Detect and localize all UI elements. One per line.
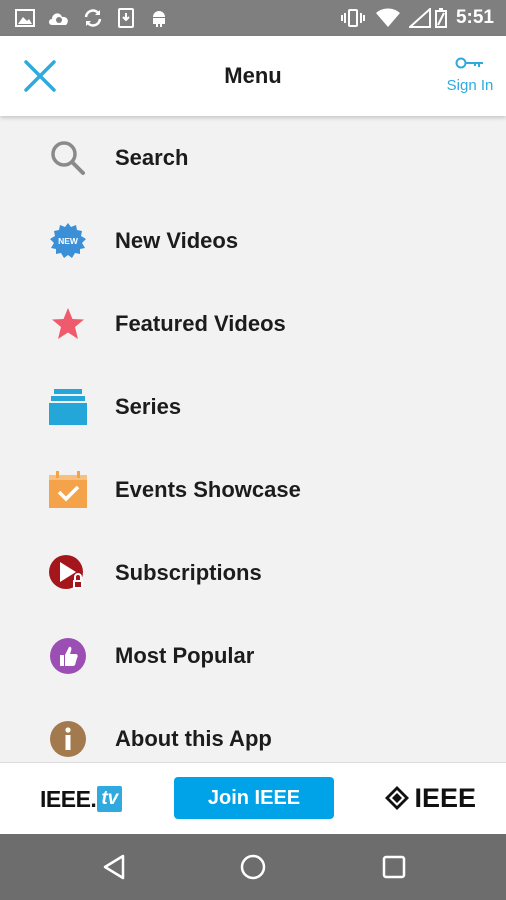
phone-download-icon bbox=[117, 8, 135, 28]
status-bar: 5:51 bbox=[0, 0, 506, 36]
sign-in-button[interactable]: Sign In bbox=[444, 56, 496, 94]
menu-item-events-showcase[interactable]: Events Showcase bbox=[0, 448, 506, 531]
stack-icon bbox=[48, 387, 88, 427]
menu-list: Search NEW New Videos Featured Videos Se… bbox=[0, 116, 506, 762]
recents-icon bbox=[382, 855, 406, 879]
battery-icon bbox=[434, 8, 448, 28]
menu-item-label: Subscriptions bbox=[115, 559, 262, 585]
cloud-icon bbox=[46, 8, 72, 28]
android-icon bbox=[148, 8, 170, 28]
thumbs-up-icon bbox=[48, 636, 88, 676]
join-ieee-button[interactable]: Join IEEE bbox=[174, 777, 334, 819]
ieee-logo[interactable]: IEEE bbox=[384, 781, 476, 815]
signal-icon bbox=[408, 8, 432, 28]
menu-item-new-videos[interactable]: NEW New Videos bbox=[0, 199, 506, 282]
menu-item-search[interactable]: Search bbox=[0, 116, 506, 199]
ieee-diamond-icon bbox=[385, 786, 410, 810]
ieeetv-logo-badge: tv bbox=[97, 786, 123, 812]
sign-in-label: Sign In bbox=[446, 77, 494, 94]
menu-item-label: Featured Videos bbox=[115, 310, 286, 336]
app-header: Menu Sign In bbox=[0, 36, 506, 116]
key-icon bbox=[455, 57, 483, 69]
home-button[interactable] bbox=[237, 851, 269, 883]
menu-item-about-this-app[interactable]: About this App bbox=[0, 697, 506, 762]
menu-item-series[interactable]: Series bbox=[0, 365, 506, 448]
clock-time: 5:51 bbox=[455, 7, 494, 28]
back-icon bbox=[103, 854, 125, 880]
menu-item-label: Series bbox=[115, 393, 182, 419]
play-lock-icon bbox=[48, 553, 88, 593]
menu-item-label: Search bbox=[115, 144, 189, 170]
sync-icon bbox=[82, 8, 104, 28]
star-icon bbox=[48, 304, 88, 344]
wifi-icon bbox=[374, 8, 402, 28]
search-icon bbox=[48, 138, 88, 178]
ieeetv-logo-text: IEEE. bbox=[40, 785, 97, 812]
home-icon bbox=[240, 854, 266, 880]
menu-item-label: About this App bbox=[115, 725, 272, 751]
system-nav-bar bbox=[0, 834, 506, 900]
menu-item-subscriptions[interactable]: Subscriptions bbox=[0, 531, 506, 614]
info-icon bbox=[48, 719, 88, 759]
menu-item-most-popular[interactable]: Most Popular bbox=[0, 614, 506, 697]
page-title: Menu bbox=[224, 63, 282, 88]
recents-button[interactable] bbox=[378, 851, 410, 883]
ieeetv-logo[interactable]: IEEE. tv bbox=[40, 783, 123, 815]
calendar-check-icon bbox=[48, 470, 88, 510]
vibrate-icon bbox=[340, 8, 366, 28]
menu-item-label: New Videos bbox=[115, 227, 239, 253]
ieee-logo-text: IEEE bbox=[414, 782, 476, 813]
image-icon bbox=[14, 8, 36, 28]
menu-item-featured-videos[interactable]: Featured Videos bbox=[0, 282, 506, 365]
footer-bar: IEEE. tv Join IEEE IEEE bbox=[0, 762, 506, 834]
menu-item-label: Events Showcase bbox=[115, 476, 301, 502]
new-badge-icon: NEW bbox=[48, 221, 88, 261]
back-button[interactable] bbox=[98, 851, 130, 883]
new-badge-text: NEW bbox=[58, 236, 79, 246]
menu-item-label: Most Popular bbox=[115, 642, 255, 668]
